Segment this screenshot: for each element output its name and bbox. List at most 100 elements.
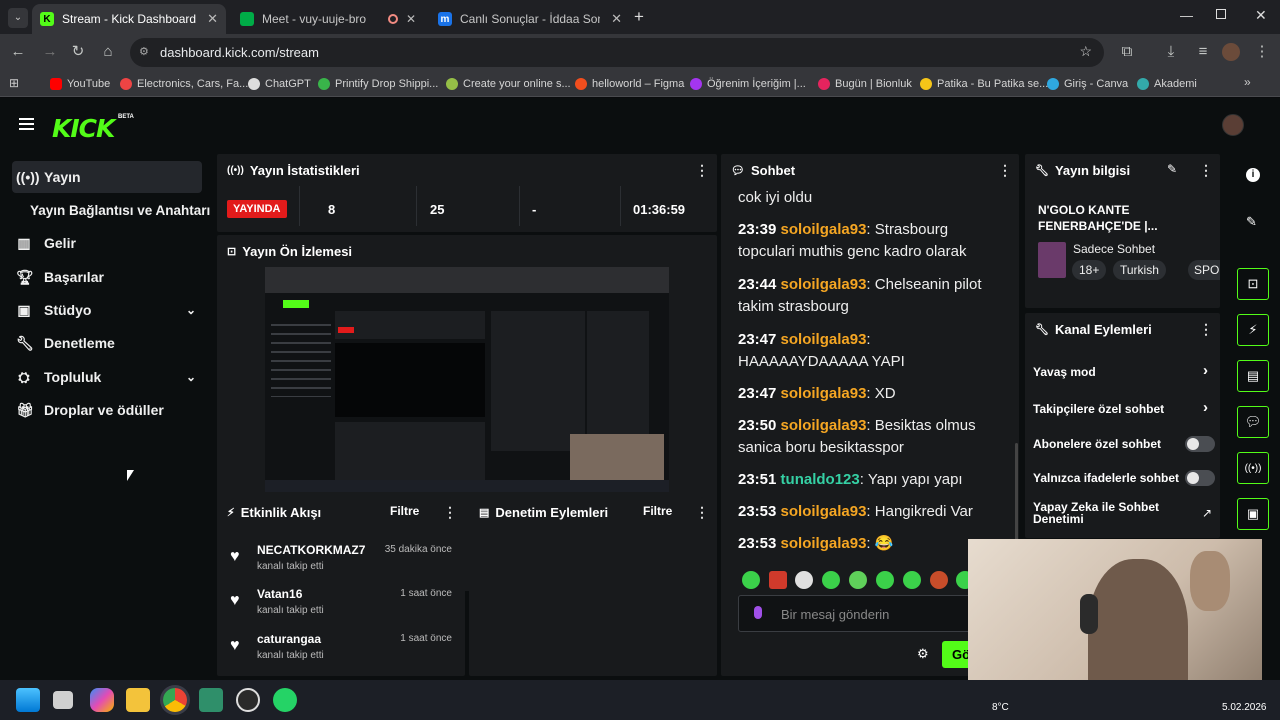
address-bar[interactable]: ⚙ dashboard.kick.com/stream ☆ xyxy=(130,38,1104,67)
profile-avatar[interactable] xyxy=(1222,43,1240,61)
preview-video[interactable] xyxy=(265,267,669,492)
chrome-icon[interactable] xyxy=(163,688,187,712)
tab-iddaa[interactable]: m Canlı Sonuçlar - İddaa Sonuçlar ✕ xyxy=(430,4,630,34)
message-username[interactable]: tunaldo123 xyxy=(781,471,860,488)
info-icon[interactable]: i xyxy=(1246,168,1260,182)
sidebar-item-yayin[interactable]: ((•)) Yayın xyxy=(12,161,202,193)
bookmark-bionluk[interactable]: Bugün | Bionluk xyxy=(818,75,912,93)
chat-input[interactable]: Bir mesaj gönderin xyxy=(738,595,978,632)
file-explorer-icon[interactable] xyxy=(126,688,150,712)
tab-kick-dashboard[interactable]: K Stream - Kick Dashboard ✕ xyxy=(32,4,226,34)
more-options-icon[interactable]: ⋮ xyxy=(1199,162,1213,179)
emote-icon[interactable] xyxy=(769,571,787,589)
subscribers-only-toggle[interactable] xyxy=(1185,436,1215,452)
bookmark-canva[interactable]: Giriş - Canva xyxy=(1047,75,1128,93)
forward-icon[interactable]: → xyxy=(40,42,60,62)
bookmark-create[interactable]: Create your online s... xyxy=(446,75,571,93)
more-options-icon[interactable]: ⋮ xyxy=(1199,321,1213,338)
follower-name[interactable]: NECATKORKMAZ7 xyxy=(257,543,365,557)
bookmark-akademi[interactable]: Akademi xyxy=(1137,75,1197,93)
sidebar-item-basarilar[interactable]: 🏆︎ Başarılar xyxy=(12,261,202,293)
close-tab-icon[interactable]: ✕ xyxy=(207,11,218,27)
message-username[interactable]: soloilgala93 xyxy=(781,276,867,293)
emote-icon[interactable] xyxy=(876,571,894,589)
back-icon[interactable]: ← xyxy=(8,42,28,62)
apps-icon[interactable]: ⊞ xyxy=(9,76,19,90)
emote-icon[interactable] xyxy=(795,571,813,589)
screenshot-button[interactable]: ⊡ xyxy=(1237,268,1269,300)
hamburger-icon[interactable] xyxy=(19,118,34,130)
filter-button[interactable]: Filtre xyxy=(390,504,419,518)
video-button[interactable]: ▣ xyxy=(1237,498,1269,530)
tag-badge[interactable]: 18+ xyxy=(1072,260,1107,280)
new-tab-icon[interactable]: + xyxy=(634,7,644,27)
copilot-icon[interactable] xyxy=(90,688,114,712)
filter-button[interactable]: Filtre xyxy=(643,504,672,518)
emote-icon[interactable] xyxy=(903,571,921,589)
follower-name[interactable]: Vatan16 xyxy=(257,587,302,601)
category-name[interactable]: Sadece Sohbet xyxy=(1073,242,1155,256)
emote-icon[interactable] xyxy=(930,571,948,589)
tag-badge[interactable]: Turkish xyxy=(1113,260,1166,280)
tab-search-button[interactable]: ⌄ xyxy=(8,8,28,28)
emote-icon[interactable] xyxy=(822,571,840,589)
kick-logo[interactable]: KICK xyxy=(52,114,115,143)
bookmark-youtube[interactable]: YouTube xyxy=(50,75,110,93)
reload-icon[interactable]: ↻ xyxy=(68,42,88,62)
slow-mode-item[interactable]: Yavaş mod xyxy=(1033,365,1096,379)
emote-icon[interactable] xyxy=(742,571,760,589)
bookmark-ogrenim[interactable]: Öğrenim İçeriğim |... xyxy=(690,75,806,93)
close-tab-icon[interactable]: ✕ xyxy=(611,11,622,27)
ai-moderation-item[interactable]: Yapay Zeka ile Sohbet Denetimi xyxy=(1033,501,1183,525)
sidebar-item-baglanti[interactable]: Yayın Bağlantısı ve Anahtarı xyxy=(26,194,216,226)
message-username[interactable]: soloilgala93 xyxy=(781,417,867,434)
more-bookmarks-icon[interactable]: » xyxy=(1244,75,1251,89)
store-icon[interactable] xyxy=(199,688,223,712)
document-button[interactable]: ▤ xyxy=(1237,360,1269,392)
menu-icon[interactable]: ⋮ xyxy=(1252,42,1272,62)
message-username[interactable]: soloilgala93 xyxy=(781,503,867,520)
more-options-icon[interactable]: ⋮ xyxy=(998,162,1012,179)
broadcast-button[interactable]: ((•)) xyxy=(1237,452,1269,484)
message-username[interactable]: soloilgala93 xyxy=(781,385,867,402)
category-thumbnail[interactable] xyxy=(1038,242,1066,278)
more-options-icon[interactable]: ⋮ xyxy=(695,162,709,179)
windows-start-icon[interactable] xyxy=(16,688,40,712)
site-info-icon[interactable]: ⚙ xyxy=(139,45,149,58)
maximize-icon[interactable] xyxy=(1216,9,1226,19)
microphone-icon[interactable] xyxy=(754,606,762,619)
tab-meet[interactable]: Meet - vuy-uuje-bro ✕ xyxy=(232,4,424,34)
chat-settings-icon[interactable]: ⚙ xyxy=(917,646,929,662)
follower-name[interactable]: caturangaa xyxy=(257,632,321,646)
chevron-right-icon[interactable]: › xyxy=(1203,362,1208,379)
external-link-icon[interactable]: ↗ xyxy=(1202,506,1212,520)
bookmark-figma[interactable]: helloworld – Figma xyxy=(575,75,684,93)
more-options-icon[interactable]: ⋮ xyxy=(443,504,457,521)
obs-icon[interactable] xyxy=(236,688,260,712)
edit-pencil-icon[interactable]: ✎ xyxy=(1246,214,1257,230)
bookmark-electronics[interactable]: Electronics, Cars, Fa... xyxy=(120,75,248,93)
bookmark-chatgpt[interactable]: ChatGPT xyxy=(248,75,311,93)
tag-badge[interactable]: SPOR xyxy=(1188,260,1220,280)
message-username[interactable]: soloilgala93 xyxy=(781,331,867,348)
chat-button[interactable]: 💬︎ xyxy=(1237,406,1269,438)
download-icon[interactable]: ⤓ xyxy=(1161,42,1181,62)
bookmark-patika[interactable]: Patika - Bu Patika se... xyxy=(920,75,1048,93)
sidebar-item-denetleme[interactable]: 🔧︎ Denetleme xyxy=(12,327,202,359)
media-icon[interactable]: ≡ xyxy=(1193,42,1213,62)
minimize-icon[interactable]: — xyxy=(1180,8,1193,23)
message-username[interactable]: soloilgala93 xyxy=(781,535,867,552)
quick-action-button[interactable]: ⚡︎ xyxy=(1237,314,1269,346)
home-icon[interactable]: ⌂ xyxy=(98,42,118,62)
sidebar-item-topluluk[interactable]: ⛭ Topluluk ⌄ xyxy=(12,361,202,393)
task-view-icon[interactable] xyxy=(53,691,73,709)
edit-pencil-icon[interactable]: ✎ xyxy=(1167,162,1177,176)
more-options-icon[interactable]: ⋮ xyxy=(695,504,709,521)
sidebar-item-studyo[interactable]: ▣ Stüdyo ⌄ xyxy=(12,294,202,326)
close-window-icon[interactable]: ✕ xyxy=(1255,7,1267,24)
whatsapp-icon[interactable] xyxy=(273,688,297,712)
close-tab-icon[interactable]: ✕ xyxy=(406,12,416,26)
sidebar-item-gelir[interactable]: ▥ Gelir xyxy=(12,227,202,259)
bookmark-star-icon[interactable]: ☆ xyxy=(1079,43,1092,60)
message-username[interactable]: soloilgala93 xyxy=(781,221,867,238)
